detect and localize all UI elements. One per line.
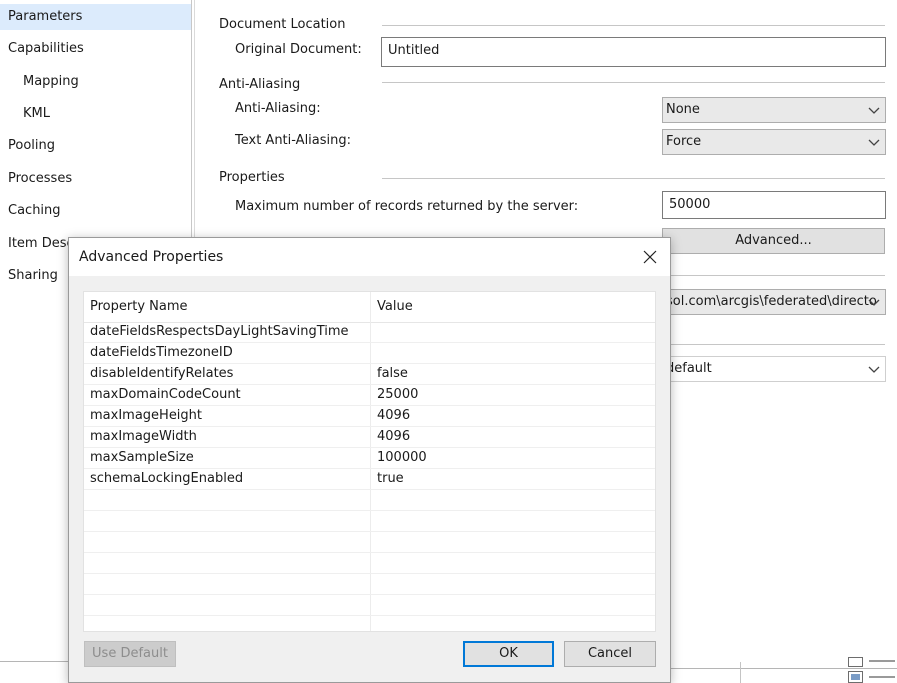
text-anti-aliasing-value: Force xyxy=(666,134,702,149)
property-name-cell: disableIdentifyRelates xyxy=(90,366,234,381)
sidebar-item-kml[interactable]: KML xyxy=(0,101,191,127)
section-divider xyxy=(382,178,885,179)
chevron-down-icon xyxy=(868,299,880,306)
table-row[interactable]: dateFieldsTimezoneID xyxy=(84,343,655,364)
original-document-label: Original Document: xyxy=(235,42,362,57)
property-name-cell: maxSampleSize xyxy=(90,450,194,465)
table-row[interactable]: schemaLockingEnabled true xyxy=(84,469,655,490)
default-select[interactable]: default xyxy=(662,356,886,382)
properties-heading: Properties xyxy=(219,170,285,185)
table-row[interactable]: maxImageHeight 4096 xyxy=(84,406,655,427)
dialog-title: Advanced Properties xyxy=(79,249,224,265)
section-divider xyxy=(382,82,885,83)
empty-row[interactable] xyxy=(84,511,655,532)
sidebar-item-mapping[interactable]: Mapping xyxy=(0,69,191,95)
column-header-value[interactable]: Value xyxy=(377,299,413,315)
panel-divider xyxy=(740,662,741,683)
empty-row[interactable] xyxy=(84,595,655,616)
property-name-cell: dateFieldsTimezoneID xyxy=(90,345,233,360)
property-value-cell[interactable]: 4096 xyxy=(377,429,410,445)
anti-aliasing-heading: Anti-Aliasing xyxy=(219,77,301,92)
table-row[interactable]: maxSampleSize 100000 xyxy=(84,448,655,469)
max-records-field[interactable]: 50000 xyxy=(662,191,886,219)
chevron-down-icon xyxy=(868,107,880,114)
property-value-cell[interactable]: 25000 xyxy=(377,387,418,403)
section-divider xyxy=(662,344,885,345)
advanced-button[interactable]: Advanced... xyxy=(662,228,885,254)
sidebar-item-processes[interactable]: Processes xyxy=(0,166,191,192)
property-name-cell: maxImageHeight xyxy=(90,408,203,423)
empty-row[interactable] xyxy=(84,553,655,574)
anti-aliasing-select[interactable]: None xyxy=(662,97,886,123)
chevron-down-icon xyxy=(868,366,880,373)
property-name-cell: dateFieldsRespectsDayLightSavingTime xyxy=(90,324,349,339)
property-value-cell[interactable]: true xyxy=(377,471,404,487)
panel-bottom-border xyxy=(0,661,68,662)
dialog-titlebar[interactable]: Advanced Properties xyxy=(69,238,670,276)
section-divider xyxy=(662,275,885,276)
anti-aliasing-label: Anti-Aliasing: xyxy=(235,101,321,116)
chevron-down-icon xyxy=(868,139,880,146)
use-default-button[interactable]: Use Default xyxy=(84,641,176,667)
cancel-button[interactable]: Cancel xyxy=(564,641,656,667)
empty-row[interactable] xyxy=(84,532,655,553)
federated-directory-select[interactable]: sol.com\arcgis\federated\directo xyxy=(662,289,886,315)
properties-grid[interactable]: Property Name Value dateFieldsRespectsDa… xyxy=(83,291,656,632)
property-name-cell: maxImageWidth xyxy=(90,429,197,444)
empty-row[interactable] xyxy=(84,490,655,511)
anti-aliasing-value: None xyxy=(666,102,700,117)
property-name-cell: maxDomainCodeCount xyxy=(90,387,241,402)
text-anti-aliasing-select[interactable]: Force xyxy=(662,129,886,155)
advanced-properties-dialog: Advanced Properties Property Name Value … xyxy=(68,237,671,683)
table-row[interactable]: disableIdentifyRelates false xyxy=(84,364,655,385)
default-select-value: default xyxy=(666,361,712,376)
original-document-field[interactable]: Untitled xyxy=(381,37,886,67)
property-value-cell[interactable]: 100000 xyxy=(377,450,427,466)
max-records-label: Maximum number of records returned by th… xyxy=(235,199,579,214)
table-row[interactable]: dateFieldsRespectsDayLightSavingTime xyxy=(84,322,655,343)
sidebar-item-pooling[interactable]: Pooling xyxy=(0,133,191,159)
text-anti-aliasing-label: Text Anti-Aliasing: xyxy=(235,133,352,148)
table-row[interactable]: maxDomainCodeCount 25000 xyxy=(84,385,655,406)
federated-directory-value: sol.com\arcgis\federated\directo xyxy=(666,294,877,309)
sidebar-item-capabilities[interactable]: Capabilities xyxy=(0,36,191,62)
document-location-heading: Document Location xyxy=(219,17,346,32)
section-divider xyxy=(382,25,885,26)
close-icon[interactable] xyxy=(638,246,662,268)
ok-button[interactable]: OK xyxy=(463,641,554,667)
property-name-cell: schemaLockingEnabled xyxy=(90,471,244,486)
column-header-property-name[interactable]: Property Name xyxy=(90,299,188,315)
property-value-cell[interactable]: false xyxy=(377,366,408,382)
sidebar-item-caching[interactable]: Caching xyxy=(0,198,191,224)
checkbox-icon[interactable] xyxy=(847,656,897,683)
sidebar-item-parameters[interactable]: Parameters xyxy=(0,4,191,30)
empty-row[interactable] xyxy=(84,574,655,595)
property-value-cell[interactable]: 4096 xyxy=(377,408,410,424)
table-row[interactable]: maxImageWidth 4096 xyxy=(84,427,655,448)
